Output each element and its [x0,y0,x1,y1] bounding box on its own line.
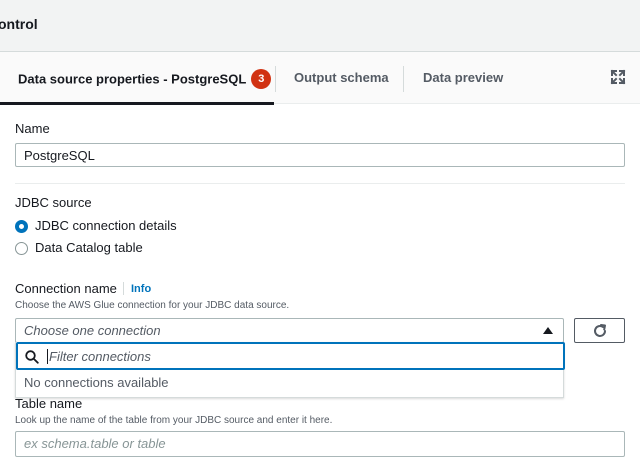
tab-divider [403,66,404,92]
refresh-icon [594,324,606,337]
refresh-button[interactable] [574,318,625,343]
tab-label: Data source properties - PostgreSQL [18,71,247,87]
text-cursor [47,349,48,364]
empty-state-text: No connections available [24,375,169,390]
info-link[interactable]: Info [131,283,151,295]
tab-data-preview[interactable]: Data preview [423,70,503,85]
table-name-description: Look up the name of the table from your … [15,415,333,426]
name-input[interactable]: PostgreSQL [15,143,625,167]
radio-data-catalog-table[interactable] [15,242,28,255]
expand-icon[interactable] [610,69,626,85]
caret-up-icon [543,327,553,334]
tab-bar: Data source properties - PostgreSQL 3 Out… [0,52,640,105]
tab-divider [275,66,276,92]
active-tab-indicator [0,102,274,105]
connection-select-placeholder: Choose one connection [24,323,161,338]
jdbc-source-label: JDBC source [15,195,92,210]
tab-output-schema[interactable]: Output schema [294,70,389,85]
filter-connections-input[interactable]: Filter connections [16,342,565,370]
window-title: ontrol [0,16,38,32]
connection-name-label: Connection name [15,281,117,296]
table-name-input[interactable]: ex schema.table or table [15,431,625,457]
header-bar: ontrol [0,0,640,52]
connection-description: Choose the AWS Glue connection for your … [15,300,290,311]
connection-select[interactable]: Choose one connection [15,318,564,343]
tab-data-source-properties[interactable]: Data source properties - PostgreSQL 3 [18,69,272,90]
tab-label: Output schema [294,70,389,85]
radio-jdbc-connection-details[interactable] [15,220,28,233]
info-divider [123,282,124,295]
tab-label: Data preview [423,70,504,85]
radio-label-jdbc-connection-details[interactable]: JDBC connection details [35,218,177,233]
radio-label-data-catalog-table[interactable]: Data Catalog table [35,240,143,255]
section-divider [15,183,625,184]
table-name-label: Table name [15,396,83,411]
tab-badge: 3 [251,69,272,89]
search-icon [25,350,39,364]
name-label: Name [15,121,50,136]
filter-placeholder: Filter connections [49,349,151,364]
connection-dropdown: Filter connections No connections availa… [15,342,565,398]
